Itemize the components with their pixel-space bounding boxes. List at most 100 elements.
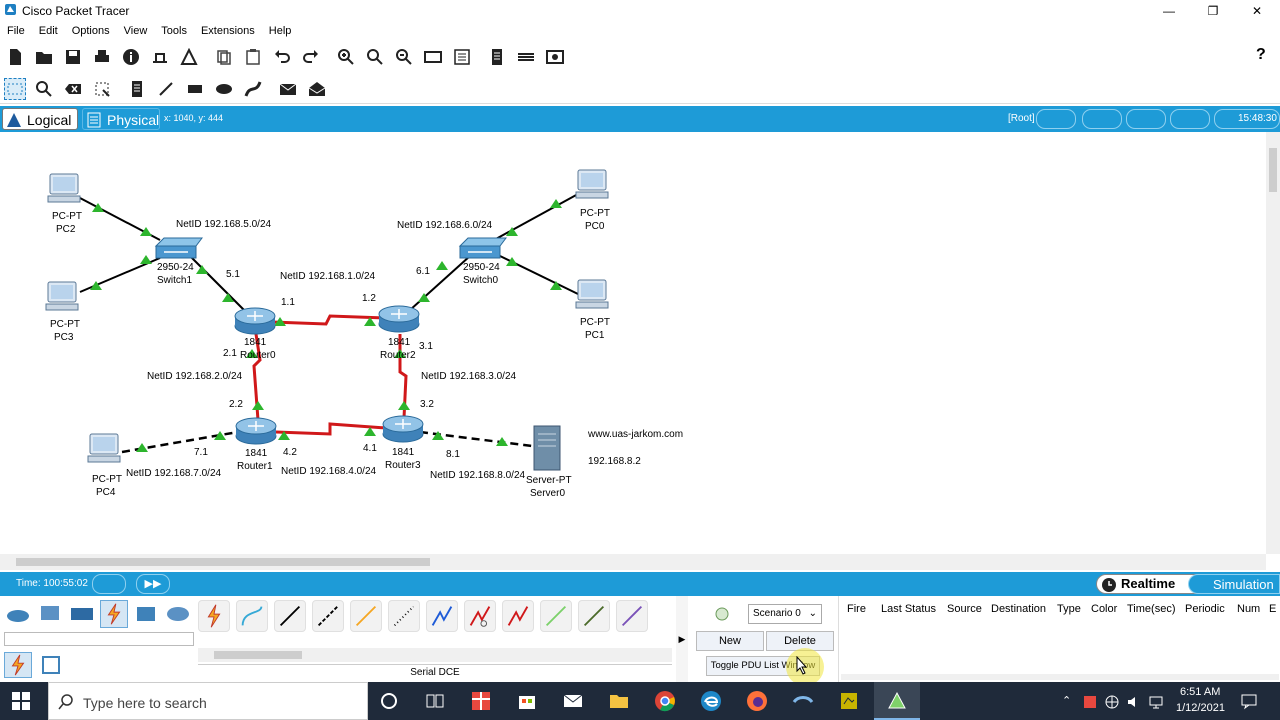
horizontal-scroll-thumb[interactable]	[16, 558, 430, 566]
fast-forward-icon[interactable]: ▶▶	[136, 574, 170, 594]
connections-subcategory-icon[interactable]	[4, 652, 32, 678]
components-icon[interactable]	[68, 600, 96, 628]
windows-start-icon[interactable]	[12, 692, 30, 710]
pc-icon[interactable]	[45, 281, 79, 311]
vertical-scroll-thumb[interactable]	[1269, 148, 1277, 192]
connections-scrollbar[interactable]	[198, 648, 672, 662]
taskbar-search-box[interactable]: Type here to search	[48, 682, 368, 720]
phone-cable-icon[interactable]	[388, 600, 420, 632]
switch-icon[interactable]	[155, 237, 203, 259]
multiuser-icon[interactable]	[164, 600, 192, 628]
switch-icon[interactable]	[459, 237, 507, 259]
redo-icon[interactable]	[300, 46, 322, 68]
back-icon[interactable]	[1036, 109, 1076, 129]
viewport-icon[interactable]	[1126, 109, 1166, 129]
gift-app-icon[interactable]	[470, 690, 492, 712]
notes-icon[interactable]	[486, 46, 508, 68]
chrome-icon[interactable]	[654, 690, 676, 712]
environment-icon[interactable]	[1170, 109, 1210, 129]
cloud-icon[interactable]	[1082, 109, 1122, 129]
network-wizard-icon[interactable]	[149, 46, 171, 68]
connections-icon[interactable]	[100, 600, 128, 628]
zoom-in-icon[interactable]	[335, 46, 357, 68]
menu-edit[interactable]: Edit	[32, 22, 65, 40]
pc-icon[interactable]	[47, 173, 81, 203]
console-cable-icon[interactable]	[236, 600, 268, 632]
save-icon[interactable]	[62, 46, 84, 68]
drawing-palette-icon[interactable]	[422, 46, 444, 68]
inspect-icon[interactable]	[33, 78, 55, 100]
ipc-icon[interactable]	[515, 46, 537, 68]
link-pc0-switch0[interactable]	[493, 193, 579, 241]
coaxial-cable-icon[interactable]	[426, 600, 458, 632]
network-icon[interactable]	[1148, 694, 1164, 710]
pc-icon[interactable]	[87, 433, 121, 463]
serial-dce-cable-icon[interactable]	[464, 600, 496, 632]
custom-devices-icon[interactable]	[451, 46, 473, 68]
simulation-button[interactable]: Simulation	[1188, 574, 1280, 594]
device-search-field[interactable]	[4, 632, 194, 646]
usb-cable-icon[interactable]	[616, 600, 648, 632]
serial-dte-cable-icon[interactable]	[502, 600, 534, 632]
new-file-icon[interactable]	[4, 46, 26, 68]
undo-icon[interactable]	[271, 46, 293, 68]
vertical-scrollbar[interactable]	[1266, 132, 1280, 554]
freeform-icon[interactable]	[242, 78, 264, 100]
tab-physical[interactable]: Physical	[82, 108, 160, 130]
file-explorer-icon[interactable]	[608, 690, 630, 712]
tab-logical[interactable]: Logical	[2, 108, 78, 130]
cortana-icon[interactable]	[378, 690, 400, 712]
copy-icon[interactable]	[213, 46, 235, 68]
delete-icon[interactable]	[62, 78, 84, 100]
draw-rectangle-icon[interactable]	[184, 78, 206, 100]
pc-icon[interactable]	[575, 169, 609, 199]
pdu-scrollbar[interactable]	[841, 674, 1279, 680]
menu-options[interactable]: Options	[65, 22, 117, 40]
menu-extensions[interactable]: Extensions	[194, 22, 262, 40]
volume-icon[interactable]	[1126, 694, 1142, 710]
zoom-reset-icon[interactable]	[364, 46, 386, 68]
packet-tracer-taskbar-button[interactable]	[874, 682, 920, 720]
misc-icon[interactable]	[132, 600, 160, 628]
select-icon[interactable]	[4, 78, 26, 100]
info-icon[interactable]	[120, 46, 142, 68]
language-icon[interactable]	[1104, 694, 1120, 710]
draw-line-icon[interactable]	[155, 78, 177, 100]
place-note-icon[interactable]	[126, 78, 148, 100]
fiber-subcategory-icon[interactable]	[40, 654, 62, 676]
menu-view[interactable]: View	[117, 22, 155, 40]
draw-ellipse-icon[interactable]	[213, 78, 235, 100]
paste-icon[interactable]	[242, 46, 264, 68]
close-button[interactable]: ✕	[1234, 2, 1280, 20]
expand-arrow-icon[interactable]: ▶	[676, 596, 688, 682]
scenario-info-icon[interactable]	[714, 606, 730, 622]
server-icon[interactable]	[533, 425, 561, 471]
router-icon[interactable]	[378, 305, 420, 333]
link-switch1-router0[interactable]	[189, 255, 247, 313]
new-scenario-button[interactable]: New	[696, 631, 764, 651]
sticky-notes-icon[interactable]	[838, 690, 860, 712]
tray-app-icon[interactable]	[1082, 694, 1098, 710]
zoom-out-icon[interactable]	[393, 46, 415, 68]
edge-icon[interactable]	[700, 690, 722, 712]
print-icon[interactable]	[91, 46, 113, 68]
straight-through-cable-icon[interactable]	[274, 600, 306, 632]
firefox-icon[interactable]	[746, 690, 768, 712]
menu-file[interactable]: File	[0, 22, 32, 40]
menu-tools[interactable]: Tools	[154, 22, 194, 40]
network-devices-icon[interactable]	[4, 600, 32, 628]
crossover-cable-icon[interactable]	[312, 600, 344, 632]
app-icon[interactable]	[792, 690, 814, 712]
connections-scroll-thumb[interactable]	[214, 651, 302, 659]
octal-cable-icon[interactable]	[540, 600, 572, 632]
activity-wizard-icon[interactable]	[178, 46, 200, 68]
add-simple-pdu-icon[interactable]	[277, 78, 299, 100]
router-icon[interactable]	[235, 417, 277, 445]
mail-icon[interactable]	[562, 690, 584, 712]
store-icon[interactable]	[516, 690, 538, 712]
router-icon[interactable]	[234, 307, 276, 335]
menu-help[interactable]: Help	[262, 22, 299, 40]
iot-custom-cable-icon[interactable]	[578, 600, 610, 632]
router-icon[interactable]	[382, 415, 424, 443]
fiber-cable-icon[interactable]	[350, 600, 382, 632]
